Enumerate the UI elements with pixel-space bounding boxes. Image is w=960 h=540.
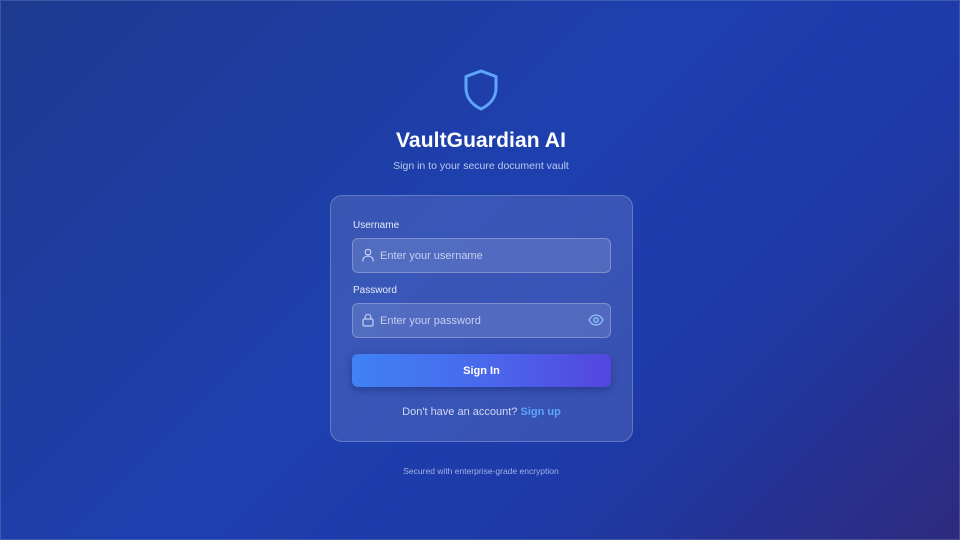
lock-icon: [362, 313, 374, 327]
security-note: Secured with enterprise-grade encryption: [403, 466, 559, 476]
shield-icon: [464, 69, 498, 111]
sign-up-link[interactable]: Sign up: [520, 406, 560, 418]
user-icon: [362, 248, 374, 262]
eye-icon[interactable]: [588, 313, 604, 327]
login-page: VaultGuardian AI Sign in to your secure …: [0, 0, 960, 540]
signup-row: Don't have an account? Sign up: [331, 406, 632, 418]
signup-prompt: Don't have an account?: [402, 406, 518, 418]
username-input[interactable]: [380, 239, 580, 272]
sign-in-button[interactable]: Sign In: [352, 354, 611, 387]
username-label: Username: [353, 220, 400, 231]
password-label: Password: [353, 285, 397, 296]
password-input[interactable]: [380, 304, 580, 337]
app-title: VaultGuardian AI: [395, 129, 567, 152]
login-card: Username Password Sign In Don't have an …: [330, 195, 633, 442]
username-field[interactable]: [352, 238, 611, 273]
app-subtitle: Sign in to your secure document vault: [393, 160, 569, 172]
password-field[interactable]: [352, 303, 611, 338]
